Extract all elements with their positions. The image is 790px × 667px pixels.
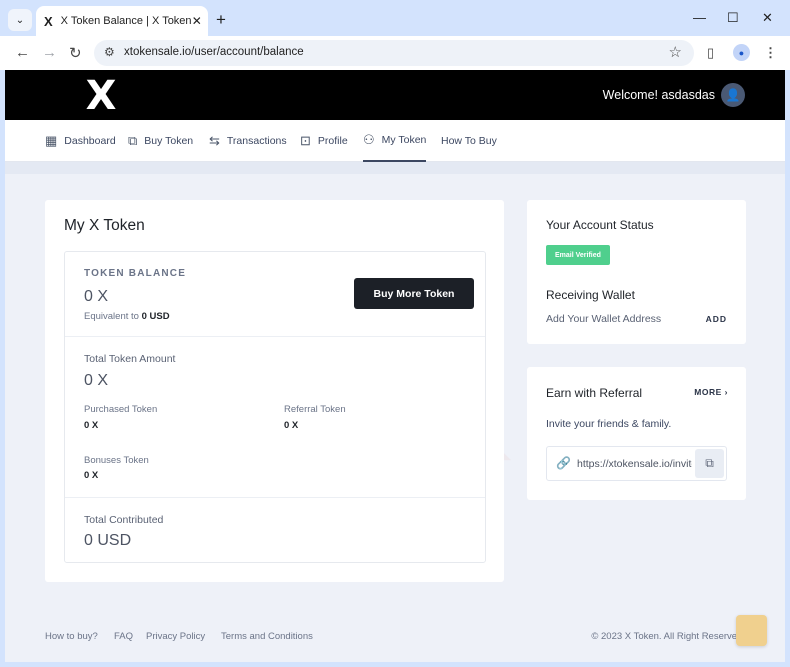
total-contributed-value: 0 USD (84, 532, 132, 549)
referral-token-label: Referral Token (284, 404, 346, 415)
nav-transactions[interactable]: ⇆ Transactions (209, 120, 287, 162)
referral-title: Earn with Referral (546, 386, 643, 400)
dashboard-icon: ▦ (45, 133, 58, 148)
equivalent-prefix: Equivalent to (84, 311, 139, 322)
site-header: X Welcome! asdasdas 👤 (5, 70, 785, 120)
purchased-token-label: Purchased Token (84, 404, 158, 415)
address-bar[interactable]: ⚙ xtokensale.io/user/account/balance ☆ (94, 40, 694, 66)
nav-my-token[interactable]: ⚇ My Token (363, 120, 427, 162)
receiving-wallet-title: Receiving Wallet (546, 288, 635, 302)
wallet-address-text: Add Your Wallet Address (546, 313, 662, 325)
transfer-icon: ⇆ (209, 133, 220, 148)
nav-label: Profile (317, 135, 348, 147)
copyright-text: © 2023 X Token. All Right Reserved. (591, 631, 745, 642)
token-balance-value: 0 X (84, 288, 109, 305)
page: ◯ ◣ X Welcome! asdasdas 👤 ▦ Dashboard ⧉ … (5, 70, 785, 662)
reload-icon[interactable]: ↻ (69, 44, 82, 62)
referral-card: Earn with Referral MORE › Invite your fr… (527, 367, 746, 500)
total-token-value: 0 X (84, 372, 109, 389)
forward-icon[interactable]: → (42, 44, 57, 61)
chevron-right-icon: › (724, 387, 728, 397)
token-balance-label: TOKEN BALANCE (84, 268, 187, 279)
copy-icon[interactable]: ⧉ (695, 449, 724, 478)
nav-label: Dashboard (64, 135, 116, 147)
buy-more-token-button[interactable]: Buy More Token (354, 278, 474, 309)
link-icon: 🔗 (556, 456, 571, 470)
footer-link-how-to-buy[interactable]: How to buy? (45, 631, 98, 642)
divider (65, 336, 485, 337)
floating-action-button[interactable] (736, 615, 767, 646)
x-favicon-icon: X (44, 13, 53, 29)
bonuses-token-label: Bonuses Token (84, 455, 149, 466)
nav-label: Transactions (226, 135, 287, 147)
more-link[interactable]: MORE › (694, 387, 728, 397)
browser-tab[interactable]: X X Token Balance | X Token ✕ (36, 6, 208, 36)
divider (65, 497, 485, 498)
close-icon[interactable]: ✕ (192, 14, 202, 28)
welcome-text: Welcome! asdasdas (602, 88, 715, 102)
coins-icon: ⧉ (128, 133, 138, 148)
nav-how-to-buy[interactable]: How To Buy (441, 120, 497, 162)
header-band (5, 162, 785, 174)
equivalent-value: 0 USD (141, 311, 170, 322)
total-contributed-label: Total Contributed (84, 514, 164, 526)
browser-tab-strip: ⌄ X X Token Balance | X Token ✕ + — ☐ ✕ (0, 0, 790, 36)
back-icon[interactable]: ← (15, 44, 30, 61)
nav-buy-token[interactable]: ⧉ Buy Token (128, 120, 193, 162)
browser-toolbar: ← → ↻ ⚙ xtokensale.io/user/account/balan… (0, 36, 790, 70)
user-avatar-icon[interactable]: 👤 (721, 83, 745, 107)
bonuses-token-value: 0 X (84, 470, 99, 481)
referral-link-field[interactable]: 🔗 https://xtokensale.io/invite?ref=asdas… (546, 446, 727, 481)
x-logo[interactable]: X (83, 76, 119, 116)
nav-label: How To Buy (441, 135, 497, 147)
url-text[interactable]: xtokensale.io/user/account/balance (124, 46, 304, 58)
total-token-label: Total Token Amount (84, 353, 176, 365)
more-label: MORE (694, 387, 722, 397)
site-settings-icon[interactable]: ⚙ (104, 45, 115, 59)
nav-label: Buy Token (144, 135, 194, 147)
star-icon[interactable]: ☆ (669, 43, 682, 61)
main-nav: ▦ Dashboard ⧉ Buy Token ⇆ Transactions ⊡… (5, 120, 785, 162)
purchased-token-value: 0 X (84, 420, 99, 431)
my-token-card: My X Token TOKEN BALANCE 0 X Equivalent … (45, 200, 504, 582)
token-info-box: TOKEN BALANCE 0 X Equivalent to 0 USD Bu… (64, 251, 486, 563)
tab-title: X Token Balance | X Token (60, 15, 192, 27)
add-wallet-button[interactable]: ADD (706, 314, 727, 324)
user-card-icon: ⊡ (300, 133, 311, 148)
sidepanel-icon[interactable]: ▯ (707, 45, 714, 61)
window-close-icon[interactable]: ✕ (762, 10, 773, 26)
nav-dashboard[interactable]: ▦ Dashboard (45, 120, 116, 162)
tab-search-icon[interactable]: ⌄ (8, 9, 32, 31)
footer-link-faq[interactable]: FAQ (114, 631, 133, 642)
maximize-icon[interactable]: ☐ (727, 10, 739, 26)
invite-text: Invite your friends & family. (546, 418, 672, 430)
token-icon: ⚇ (363, 132, 375, 147)
minimize-icon[interactable]: — (693, 10, 706, 25)
account-status-title: Your Account Status (546, 218, 654, 232)
nav-label: My Token (381, 134, 427, 146)
footer-link-terms[interactable]: Terms and Conditions (221, 631, 313, 642)
card-title: My X Token (64, 217, 145, 234)
email-verified-badge: Email Verified (546, 245, 610, 265)
new-tab-icon[interactable]: + (216, 10, 226, 30)
profile-icon[interactable]: ● (733, 44, 750, 61)
account-status-card: Your Account Status Email Verified Recei… (527, 200, 746, 344)
nav-profile[interactable]: ⊡ Profile (300, 120, 348, 162)
footer-link-privacy[interactable]: Privacy Policy (146, 631, 205, 642)
referral-url[interactable]: https://xtokensale.io/invite?ref=asdasda… (577, 458, 692, 470)
menu-icon[interactable]: ⋮ (764, 45, 777, 61)
equivalent-text: Equivalent to 0 USD (84, 311, 170, 322)
referral-token-value: 0 X (284, 420, 299, 431)
